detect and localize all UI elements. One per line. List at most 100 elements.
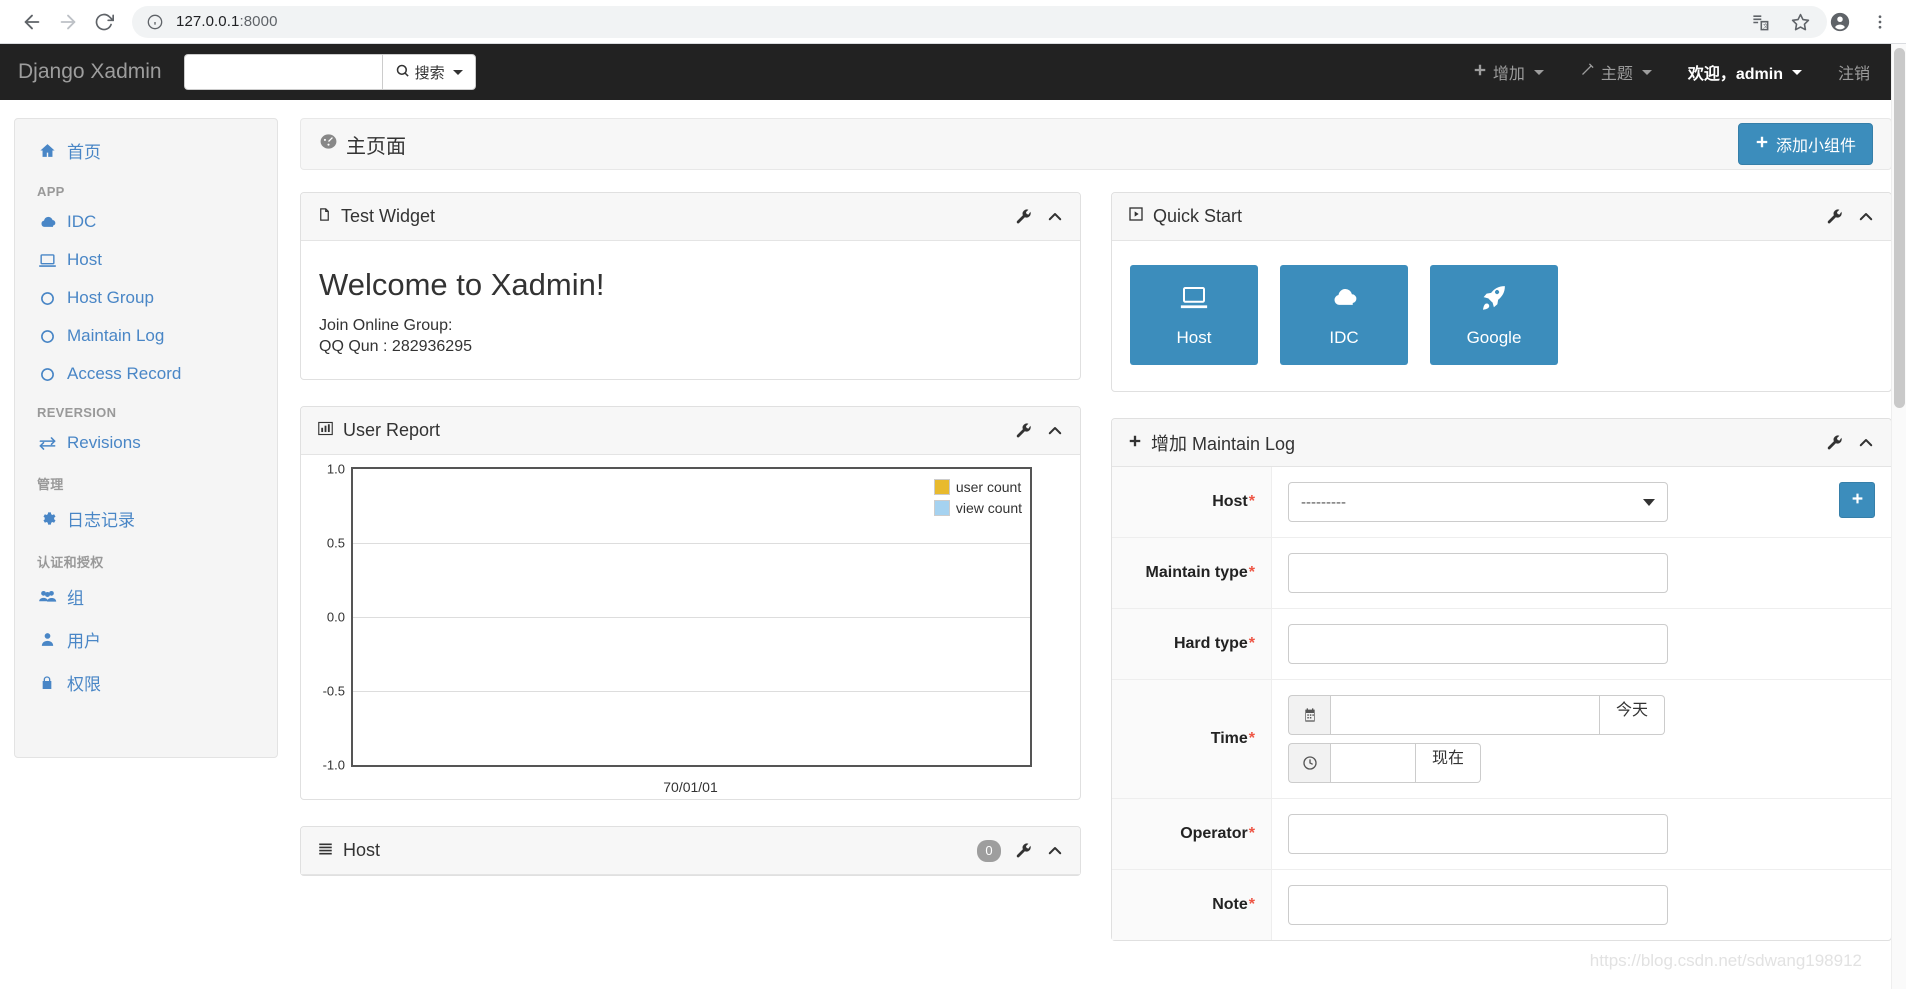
sidebar-item-host[interactable]: Host [15, 241, 277, 279]
quick-start-tile-google-label: Google [1466, 327, 1522, 347]
sidebar-item-access-record[interactable]: Access Record [15, 355, 277, 393]
circle-o-icon [37, 291, 57, 306]
form-control-note [1272, 870, 1891, 940]
info-circle-icon[interactable] [146, 13, 164, 31]
y-tick-4: -0.5 [322, 683, 345, 699]
back-arrow-icon[interactable] [14, 4, 50, 40]
wrench-icon[interactable] [1826, 208, 1843, 225]
home-icon [37, 142, 57, 159]
panel-maintain-log-form: 增加 Maintain Log Host * --------- Maintai… [1111, 418, 1892, 941]
panel-user-report-header: User Report [301, 407, 1080, 455]
time-input[interactable] [1330, 743, 1416, 783]
chevron-up-icon[interactable] [1046, 208, 1064, 226]
wrench-icon[interactable] [1826, 434, 1843, 451]
page-scrollbar-thumb[interactable] [1894, 48, 1905, 408]
wrench-icon[interactable] [1015, 422, 1032, 439]
sidebar-item-groups-label: 组 [67, 589, 84, 608]
account-circle-icon[interactable] [1823, 5, 1857, 39]
required-marker: * [1248, 896, 1255, 913]
sidebar-item-idc[interactable]: IDC [15, 203, 277, 241]
today-button[interactable]: 今天 [1600, 695, 1666, 735]
panel-tools [1015, 422, 1064, 440]
sidebar-item-home[interactable]: 首页 [15, 129, 277, 172]
search-button[interactable]: 搜索 [381, 54, 476, 90]
sidebar-item-maintain-log-label: Maintain Log [67, 326, 165, 345]
sidebar-item-access-record-label: Access Record [67, 364, 182, 383]
clock-icon[interactable] [1288, 743, 1330, 783]
app-navbar: Django Xadmin 搜索 增加 主题 欢迎，admin 注销 [0, 44, 1906, 100]
form-control-maintain-type [1272, 538, 1891, 608]
now-button[interactable]: 现在 [1416, 743, 1482, 783]
translate-icon[interactable]: 文 [1743, 5, 1777, 39]
brand-title[interactable]: Django Xadmin [18, 60, 162, 84]
search-input[interactable] [183, 54, 382, 90]
welcome-heading: Welcome to Xadmin! [319, 267, 605, 302]
navbar-item-theme[interactable]: 主题 [1562, 60, 1670, 84]
list-icon [317, 840, 334, 861]
form-row-host: Host * --------- [1112, 467, 1891, 538]
plus-icon [1128, 432, 1142, 453]
sidebar-item-host-group-label: Host Group [67, 288, 154, 307]
chevron-up-icon[interactable] [1046, 422, 1064, 440]
y-tick-2: 0.5 [326, 535, 345, 551]
quick-start-tile-idc[interactable]: IDC [1280, 265, 1408, 365]
sidebar-group-auth: 认证和授权 [37, 555, 104, 570]
navbar-item-add[interactable]: 增加 [1455, 60, 1562, 84]
chevron-up-icon[interactable] [1857, 434, 1875, 452]
quick-start-tiles: Host IDC Google [1130, 261, 1873, 371]
reload-icon[interactable] [86, 4, 122, 40]
sidebar-item-users-label: 用户 [67, 632, 101, 651]
host-select[interactable]: --------- [1288, 482, 1668, 522]
date-input[interactable] [1330, 695, 1600, 735]
hard-type-input[interactable] [1288, 624, 1668, 664]
date-input-group: 今天 [1288, 695, 1666, 735]
required-marker: * [1248, 635, 1255, 652]
form-control-hard-type [1272, 609, 1891, 679]
sidebar-item-users[interactable]: 用户 [15, 618, 277, 661]
address-bar[interactable]: 127.0.0.1:8000 [132, 5, 1827, 38]
add-related-host-button[interactable] [1839, 482, 1875, 518]
navbar-item-user[interactable]: 欢迎，admin [1670, 60, 1820, 84]
navbar-item-logout[interactable]: 注销 [1820, 60, 1888, 84]
panel-maintain-log-header: 增加 Maintain Log [1112, 419, 1891, 467]
three-dot-menu-icon[interactable] [1863, 5, 1897, 39]
star-icon[interactable] [1783, 5, 1817, 39]
panel-test-widget-header: Test Widget [301, 193, 1080, 241]
legend-swatch [933, 479, 950, 495]
sidebar-item-groups[interactable]: 组 [15, 575, 277, 618]
form-label-host: Host * [1112, 467, 1272, 537]
panel-quick-start-body: Host IDC Google [1112, 241, 1891, 391]
page-body: 首页 APP IDC Host Host Group Maintain Log … [0, 100, 1906, 989]
magic-wand-icon [1580, 62, 1595, 82]
file-icon [317, 206, 332, 228]
forward-arrow-icon[interactable] [50, 4, 86, 40]
note-input[interactable] [1288, 885, 1668, 925]
calendar-icon[interactable] [1288, 695, 1330, 735]
user-icon [37, 631, 57, 648]
chevron-up-icon[interactable] [1046, 842, 1064, 860]
page-scrollbar[interactable] [1891, 44, 1906, 989]
wrench-icon[interactable] [1015, 208, 1032, 225]
sidebar-item-log-records[interactable]: 日志记录 [15, 497, 277, 540]
sidebar-item-permissions[interactable]: 权限 [15, 661, 277, 704]
panel-quick-start-header: Quick Start [1112, 193, 1891, 241]
chevron-up-icon[interactable] [1857, 208, 1875, 226]
operator-input[interactable] [1288, 814, 1668, 854]
legend-swatch [933, 500, 950, 516]
legend-label: view count [955, 500, 1022, 516]
sidebar-item-maintain-log[interactable]: Maintain Log [15, 317, 277, 355]
sidebar-item-host-group[interactable]: Host Group [15, 279, 277, 317]
chevron-down-icon [1533, 69, 1544, 75]
chevron-down-icon [1643, 498, 1655, 506]
quick-start-tile-host[interactable]: Host [1130, 265, 1258, 365]
quick-start-tile-google[interactable]: Google [1430, 265, 1558, 365]
chart-legend: user count view count [933, 479, 1022, 521]
sidebar-item-revisions[interactable]: Revisions [15, 424, 277, 462]
add-widget-button[interactable]: 添加小组件 [1737, 123, 1873, 165]
wrench-icon[interactable] [1015, 842, 1032, 859]
panel-test-widget: Test Widget Welcome to Xadmin! Join Onli… [300, 192, 1081, 380]
form-control-host: --------- [1272, 467, 1891, 537]
maintain-type-input[interactable] [1288, 553, 1668, 593]
required-marker: * [1248, 564, 1255, 581]
navbar-item-user-label: 欢迎，admin [1687, 66, 1783, 83]
